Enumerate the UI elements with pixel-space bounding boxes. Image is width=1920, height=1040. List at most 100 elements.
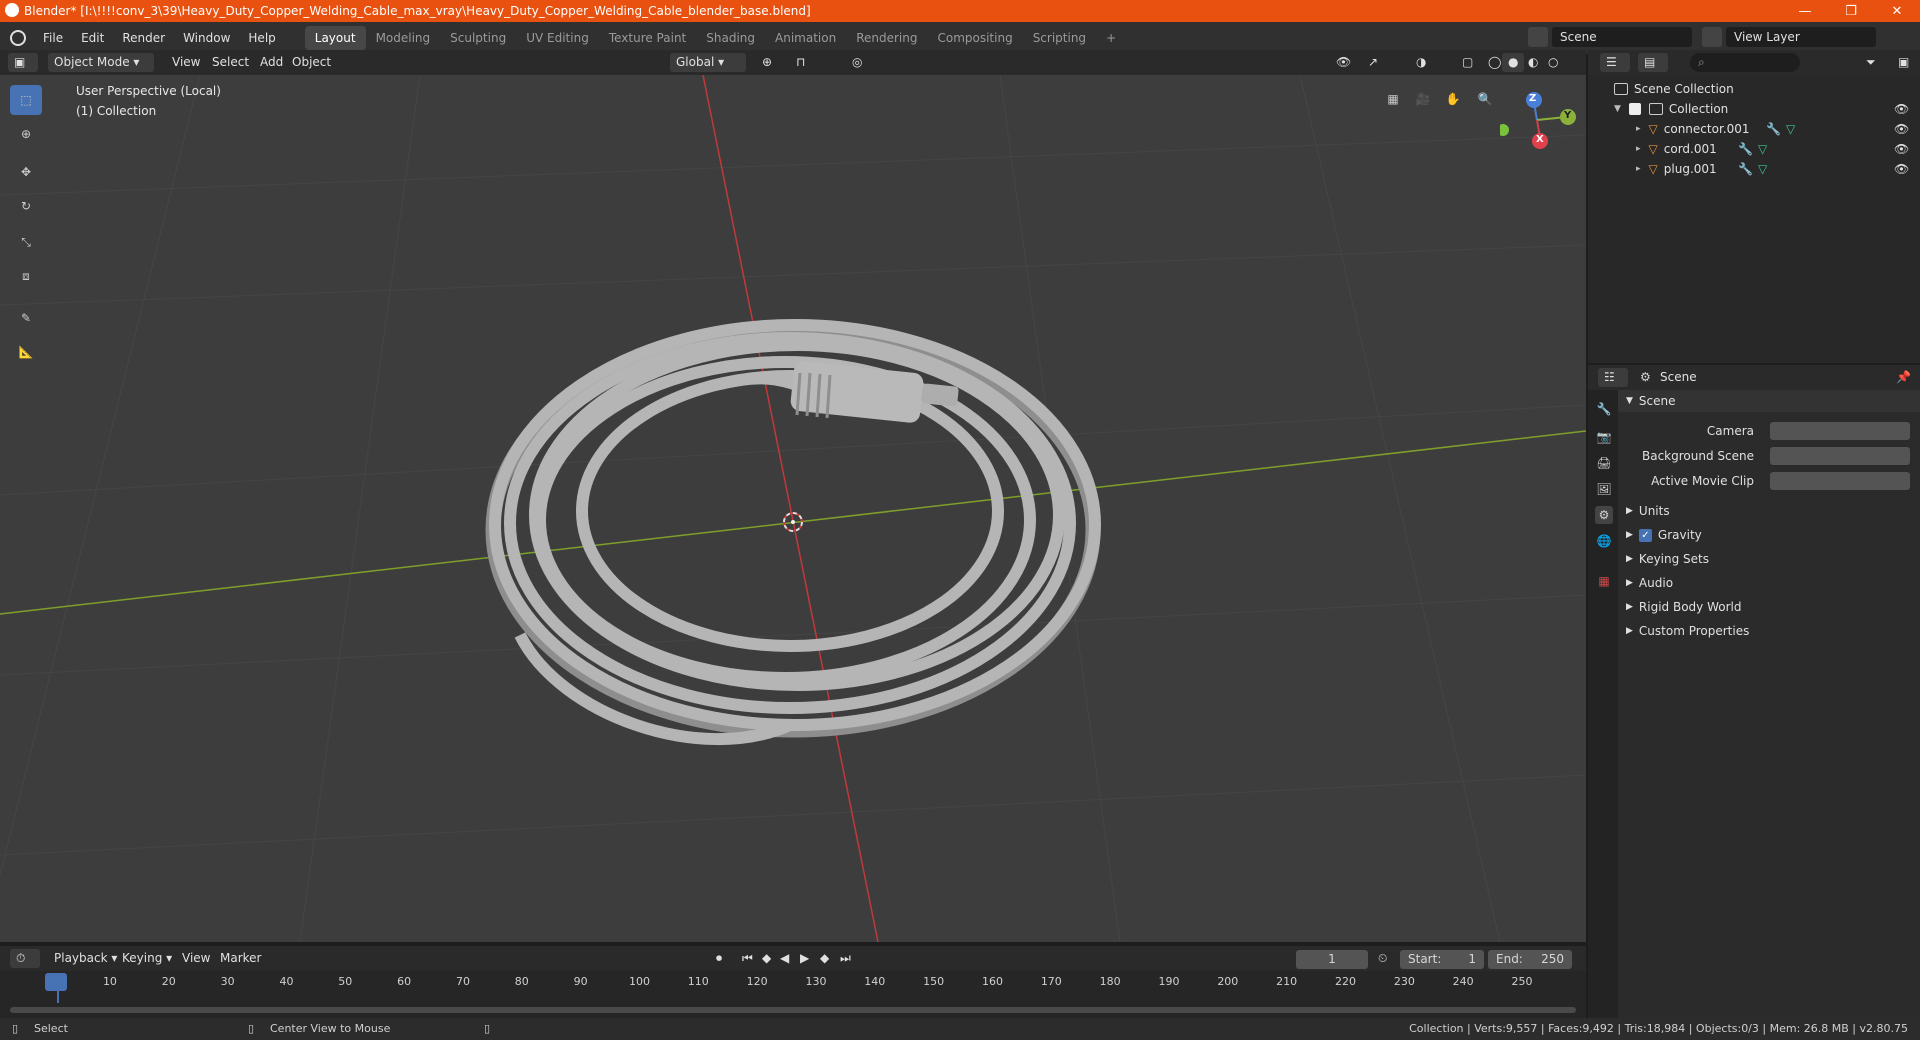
expand-arrow-icon[interactable]: ▸ (1636, 164, 1641, 174)
texture-tab-icon[interactable]: ▦ (1595, 572, 1613, 590)
jump-end-icon[interactable]: ⏭ (834, 949, 857, 968)
playhead[interactable] (45, 973, 67, 991)
camera-field[interactable] (1770, 422, 1910, 440)
menu-keying[interactable]: Keying ▾ (116, 949, 178, 968)
scale-icon[interactable]: ⤡ (10, 227, 42, 257)
outliner-row-collection[interactable]: ▼ Collection 👁 (1588, 99, 1920, 119)
panel-custom-properties[interactable]: ▶ Custom Properties (1618, 620, 1920, 642)
menu-view[interactable]: View (176, 949, 216, 968)
tab-layout[interactable]: Layout (304, 26, 366, 50)
timeline[interactable]: 1102030405060708090100110120130140150160… (0, 971, 1586, 1018)
expand-arrow-icon[interactable]: ▼ (1614, 104, 1621, 114)
menu-view[interactable]: View (166, 53, 206, 72)
expand-arrow-icon[interactable]: ▸ (1636, 124, 1641, 134)
tab-shading[interactable]: Shading (696, 26, 765, 50)
world-tab-icon[interactable]: 🌐 (1595, 532, 1613, 550)
transform-orientation-dropdown[interactable]: Global ▾ (670, 53, 746, 72)
menu-file[interactable]: File (34, 31, 72, 45)
panel-gravity[interactable]: ▶ ✓ Gravity (1618, 524, 1920, 546)
rendered-shading-icon[interactable]: ○ (1542, 53, 1564, 72)
tab-scripting[interactable]: Scripting (1023, 26, 1096, 50)
xray-toggle-icon[interactable]: ▢ (1456, 53, 1479, 72)
start-frame-field[interactable]: Start: 1 (1400, 950, 1484, 969)
timeline-scrollbar[interactable] (10, 1007, 1576, 1013)
tab-uv-editing[interactable]: UV Editing (516, 26, 599, 50)
outliner-row-object[interactable]: ▸ ▽ cord.001 🔧 ▽ 👁 (1588, 139, 1920, 159)
checkbox-icon[interactable] (1628, 103, 1641, 115)
annotate-icon[interactable]: ✎ (10, 303, 42, 333)
filter-icon[interactable]: ⏷ (1860, 53, 1882, 72)
scene-name-field[interactable]: Scene (1552, 27, 1692, 47)
modifier-icon[interactable]: 🔧 (1766, 122, 1781, 136)
eye-icon[interactable]: 👁 (1894, 162, 1909, 176)
tab-modeling[interactable]: Modeling (366, 26, 441, 50)
tab-sculpting[interactable]: Sculpting (440, 26, 516, 50)
gravity-checkbox[interactable]: ✓ (1638, 528, 1652, 542)
menu-help[interactable]: Help (239, 31, 284, 45)
scene-section-header[interactable]: ▼ Scene (1618, 390, 1920, 412)
pan-view-icon[interactable]: ✋ (1440, 86, 1466, 112)
menu-window[interactable]: Window (174, 31, 239, 45)
zoom-view-icon[interactable]: 🔍 (1472, 86, 1498, 112)
gizmo-toggle-icon[interactable]: ↗ (1362, 53, 1384, 72)
play-icon[interactable]: ▶ (794, 949, 815, 968)
timeline-editor-type-icon[interactable]: ⏱ (10, 949, 40, 968)
menu-edit[interactable]: Edit (72, 31, 113, 45)
background-scene-field[interactable] (1770, 447, 1910, 465)
active-movie-clip-field[interactable] (1770, 472, 1910, 490)
tab-animation[interactable]: Animation (765, 26, 846, 50)
outliner-search-input[interactable]: ⌕ (1690, 53, 1800, 72)
maximize-button[interactable]: ❐ (1828, 0, 1874, 22)
end-frame-field[interactable]: End: 250 (1488, 950, 1572, 969)
properties-editor-type-icon[interactable]: ☷ (1598, 368, 1628, 387)
menu-render[interactable]: Render (113, 31, 174, 45)
panel-audio[interactable]: ▶ Audio (1618, 572, 1920, 594)
modifier-icon[interactable]: 🔧 (1738, 162, 1753, 176)
mesh-data-icon[interactable]: ▽ (1758, 142, 1767, 156)
3d-viewport[interactable]: Z Y X (0, 75, 1586, 942)
cursor-icon[interactable]: ⊕ (10, 119, 42, 149)
menu-select[interactable]: Select (206, 53, 255, 72)
minimize-button[interactable]: — (1782, 0, 1828, 22)
panel-units[interactable]: ▶ Units (1618, 500, 1920, 522)
mesh-data-icon[interactable]: ▽ (1786, 122, 1795, 136)
outliner-editor-type-icon[interactable]: ☰ (1600, 53, 1630, 72)
add-workspace-button[interactable]: + (1096, 26, 1126, 50)
proportional-edit-icon[interactable]: ◎ (846, 53, 868, 72)
menu-object[interactable]: Object (286, 53, 337, 72)
tab-compositing[interactable]: Compositing (927, 26, 1022, 50)
mesh-data-icon[interactable]: ▽ (1758, 162, 1767, 176)
current-frame-field[interactable]: 1 (1296, 950, 1368, 969)
move-icon[interactable]: ✥ (10, 157, 42, 187)
new-collection-icon[interactable]: ▣ (1892, 53, 1915, 72)
outliner-row-scene-collection[interactable]: Scene Collection (1588, 79, 1920, 99)
panel-rigid-body-world[interactable]: ▶ Rigid Body World (1618, 596, 1920, 618)
panel-keying-sets[interactable]: ▶ Keying Sets (1618, 548, 1920, 570)
editor-type-icon[interactable]: ▣ (8, 53, 38, 72)
transform-icon[interactable]: ⧈ (10, 261, 42, 291)
select-box-icon[interactable]: ⬚ (10, 85, 42, 115)
tab-rendering[interactable]: Rendering (846, 26, 927, 50)
next-keyframe-icon[interactable]: ◆ (814, 949, 835, 968)
snap-icon[interactable]: ⊓ (790, 53, 811, 72)
close-button[interactable]: ✕ (1874, 0, 1920, 22)
eye-icon[interactable]: 👁 (1894, 102, 1909, 116)
play-reverse-icon[interactable]: ◀ (774, 949, 795, 968)
view-layer-field[interactable]: View Layer (1726, 27, 1876, 47)
scene-tab-icon[interactable]: ⚙ (1595, 506, 1613, 524)
menu-add[interactable]: Add (254, 53, 289, 72)
tool-tab-icon[interactable]: 🔧 (1595, 400, 1613, 418)
outliner-row-object[interactable]: ▸ ▽ connector.001 🔧 ▽ 👁 (1588, 119, 1920, 139)
eye-icon[interactable]: 👁 (1894, 122, 1909, 136)
stopwatch-icon[interactable]: ⏲ (1378, 951, 1387, 966)
render-tab-icon[interactable]: 📷 (1595, 428, 1613, 446)
pin-icon[interactable]: 📌 (1896, 370, 1911, 384)
tab-texture-paint[interactable]: Texture Paint (599, 26, 696, 50)
blender-menu-icon[interactable] (10, 30, 26, 46)
axis-gizmo[interactable]: Z Y X (1497, 75, 1586, 165)
scene-selector-icon[interactable] (1528, 27, 1548, 47)
modifier-icon[interactable]: 🔧 (1738, 142, 1753, 156)
output-tab-icon[interactable]: 🖨 (1595, 454, 1613, 472)
rotate-icon[interactable]: ↻ (10, 191, 42, 221)
expand-arrow-icon[interactable]: ▸ (1636, 144, 1641, 154)
